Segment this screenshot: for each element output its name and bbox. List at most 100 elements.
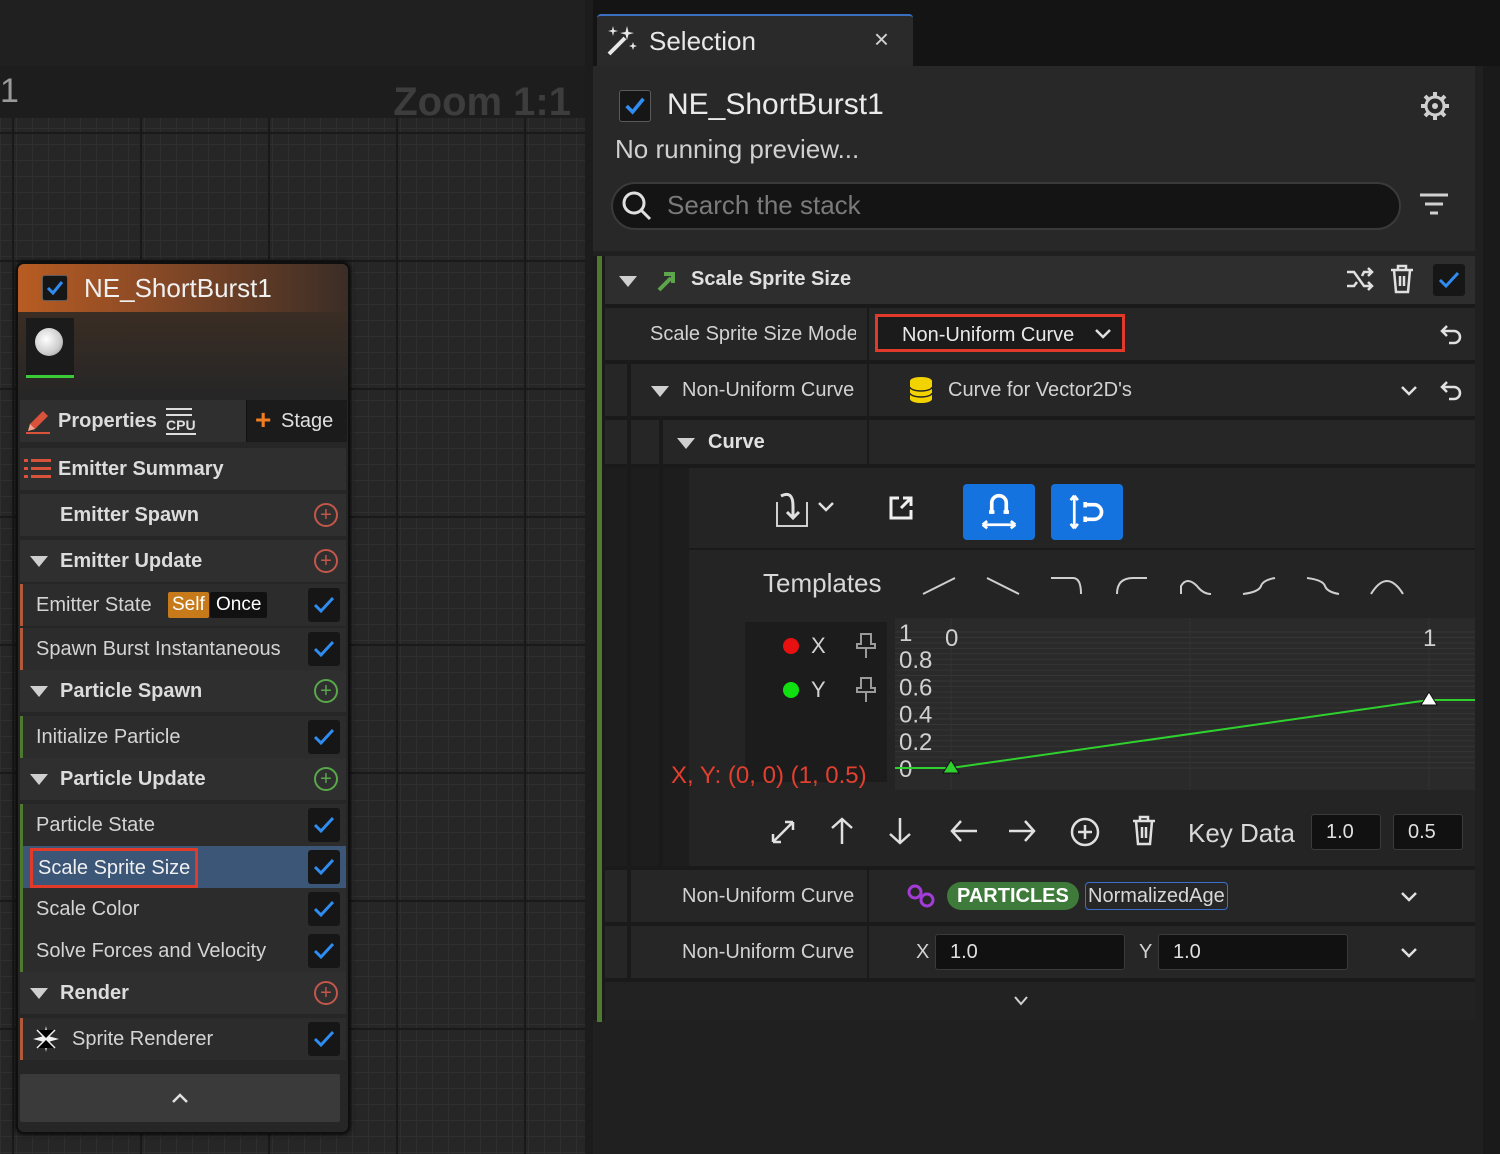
tab-close-button[interactable]: × [874, 24, 889, 55]
emitter-state-item[interactable]: Emitter State Self Once [20, 584, 346, 626]
curve-interp-icon[interactable] [771, 488, 813, 532]
scale-sprite-size-item[interactable]: Scale Sprite Size [20, 846, 346, 888]
collapse-arrow-icon[interactable] [651, 386, 669, 397]
template-ease-out-icon[interactable] [1049, 574, 1085, 598]
particle-state-checkbox[interactable] [308, 808, 340, 842]
reset-arrow-icon[interactable] [1439, 322, 1463, 346]
chevron-down-icon[interactable] [1013, 994, 1029, 1008]
template-decay-icon[interactable] [1177, 574, 1213, 598]
pin-icon[interactable] [855, 632, 877, 660]
shuffle-icon[interactable] [1345, 266, 1375, 292]
render-label: Render [60, 981, 129, 1004]
plus-icon: + [255, 404, 272, 435]
key-data-x-input[interactable]: 1.0 [1311, 814, 1381, 850]
x-channel-dot[interactable] [783, 638, 799, 654]
mode-dropdown[interactable]: Non-Uniform Curve [875, 314, 1125, 352]
template-ease-in-icon[interactable] [1113, 574, 1149, 598]
collapse-arrow-icon[interactable] [30, 555, 48, 567]
y-channel-dot[interactable] [783, 682, 799, 698]
open-external-icon[interactable] [887, 494, 915, 522]
module-title: Scale Sprite Size [691, 268, 852, 290]
trash-icon[interactable] [1389, 264, 1415, 294]
emitter-spawn-row[interactable]: Emitter Spawn + [20, 494, 346, 536]
add-particle-update-button[interactable]: + [314, 767, 338, 791]
solve-forces-checkbox[interactable] [308, 934, 340, 968]
template-bell-icon[interactable] [1369, 574, 1405, 598]
scale-color-item[interactable]: Scale Color [20, 888, 346, 930]
add-emitter-update-button[interactable]: + [314, 549, 338, 573]
arrow-right-icon[interactable] [1007, 818, 1037, 844]
module-enable-checkbox[interactable] [1433, 264, 1465, 296]
emitter-thumbnail[interactable] [26, 318, 74, 378]
collapse-arrow-icon[interactable] [30, 685, 48, 697]
panel-scrollbar[interactable] [1483, 66, 1500, 1154]
sprite-renderer-label: Sprite Renderer [72, 1027, 214, 1050]
filter-icon[interactable] [1419, 192, 1449, 218]
gear-icon[interactable] [1419, 90, 1451, 122]
snap-value-button[interactable] [1051, 484, 1123, 540]
arrow-left-icon[interactable] [949, 818, 979, 844]
spawn-burst-item[interactable]: Spawn Burst Instantaneous [20, 628, 346, 670]
sprite-renderer-checkbox[interactable] [308, 1022, 340, 1056]
node-header[interactable]: NE_ShortBurst1 [18, 264, 348, 312]
chevron-down-icon[interactable] [1400, 888, 1418, 906]
collapse-node-button[interactable] [20, 1074, 340, 1122]
chevron-down-icon[interactable] [1400, 382, 1418, 400]
pin-icon[interactable] [855, 676, 877, 704]
collapse-arrow-icon[interactable] [30, 987, 48, 999]
sprite-renderer-item[interactable]: Sprite Renderer [20, 1018, 346, 1060]
key-data-y-input[interactable]: 0.5 [1393, 814, 1463, 850]
emitter-node[interactable]: NE_ShortBurst1 Properties CPU + Stage Em… [16, 262, 350, 1134]
stage-button[interactable]: + Stage [246, 400, 347, 442]
emitter-update-row[interactable]: Emitter Update + [20, 540, 346, 582]
add-renderer-button[interactable]: + [314, 981, 338, 1005]
module-footer[interactable] [605, 982, 1475, 1020]
template-linear-up-icon[interactable] [921, 574, 957, 598]
emitter-enable-checkbox[interactable] [619, 90, 651, 122]
node-thumbnail-area [18, 312, 348, 396]
particle-state-item[interactable]: Particle State [20, 804, 346, 846]
arrow-down-icon[interactable] [887, 816, 913, 846]
template-s-curve-up-icon[interactable] [1241, 574, 1277, 598]
scale-sprite-size-checkbox[interactable] [308, 850, 340, 884]
add-key-icon[interactable] [1069, 816, 1101, 848]
template-linear-down-icon[interactable] [985, 574, 1021, 598]
normalized-age-link[interactable]: NormalizedAge [1085, 882, 1228, 910]
spawn-burst-checkbox[interactable] [308, 632, 340, 666]
properties-row[interactable]: Properties CPU + Stage [20, 400, 347, 442]
collapse-arrow-icon[interactable] [677, 438, 695, 449]
x-tick-label: 0 [945, 625, 958, 652]
trash-icon[interactable] [1131, 814, 1157, 846]
emitter-state-checkbox[interactable] [308, 588, 340, 622]
module-header[interactable]: Scale Sprite Size [605, 256, 1475, 304]
initialize-particle-checkbox[interactable] [308, 720, 340, 754]
curve-plot[interactable]: 10.80.60.40.200 1 [895, 618, 1475, 790]
initialize-particle-item[interactable]: Initialize Particle [20, 716, 346, 758]
add-particle-spawn-button[interactable]: + [314, 679, 338, 703]
particle-spawn-row[interactable]: Particle Spawn + [20, 670, 346, 712]
collapse-arrow-icon[interactable] [619, 276, 637, 287]
snap-time-button[interactable] [963, 484, 1035, 540]
chevron-down-icon[interactable] [817, 500, 835, 514]
reset-arrow-icon[interactable] [1439, 378, 1463, 402]
solve-forces-item[interactable]: Solve Forces and Velocity [20, 930, 346, 972]
search-placeholder: Search the stack [667, 190, 861, 220]
x-scale-input[interactable]: 1.0 [935, 934, 1125, 970]
emitter-state-label: Emitter State [36, 593, 152, 616]
arrow-up-icon[interactable] [829, 816, 855, 846]
tab-selection[interactable]: Selection × [597, 14, 913, 68]
scale-color-checkbox[interactable] [308, 892, 340, 926]
collapse-arrow-icon[interactable] [30, 773, 48, 785]
y-tick-label: 0.8 [899, 647, 932, 674]
template-s-curve-down-icon[interactable] [1305, 574, 1341, 598]
emitter-summary-row[interactable]: Emitter Summary [20, 448, 346, 490]
chevron-down-icon[interactable] [1400, 944, 1418, 962]
curve-header-row[interactable]: Curve [605, 420, 1475, 464]
y-scale-input[interactable]: 1.0 [1158, 934, 1348, 970]
fit-view-icon[interactable] [769, 818, 797, 846]
node-enable-checkbox[interactable] [42, 275, 68, 301]
render-row[interactable]: Render + [20, 972, 346, 1014]
particle-update-row[interactable]: Particle Update + [20, 758, 346, 800]
add-emitter-spawn-button[interactable]: + [314, 503, 338, 527]
stack-search-input[interactable]: Search the stack [611, 182, 1401, 230]
